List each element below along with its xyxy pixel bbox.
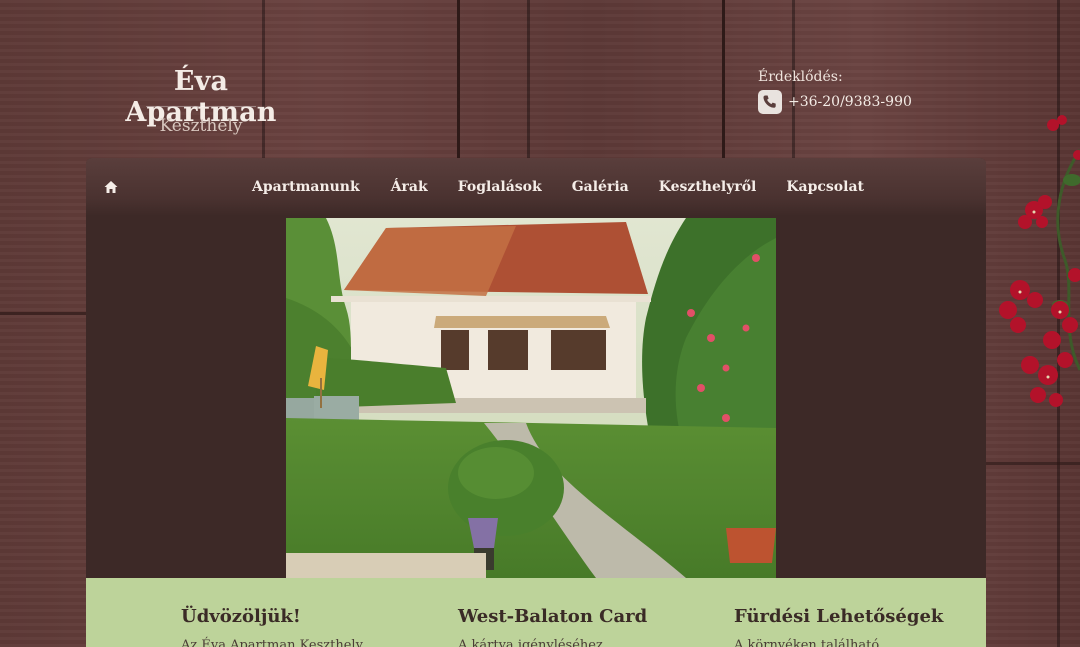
title-divider <box>146 106 256 107</box>
phone-icon <box>758 90 782 114</box>
site-subtitle: Keszthely <box>159 116 243 136</box>
nav-menu: Apartmanunk Árak Foglalások Galéria Kesz… <box>252 179 864 195</box>
main-nav: Apartmanunk Árak Foglalások Galéria Kesz… <box>86 158 986 216</box>
flower-decoration <box>999 115 1080 407</box>
nav-item-keszthelyrol[interactable]: Keszthelyről <box>659 179 757 195</box>
phone-number[interactable]: +36-20/9383-990 <box>788 94 912 110</box>
contact-label: Érdeklődés: <box>758 69 843 85</box>
home-icon[interactable] <box>104 180 118 194</box>
nav-item-foglalasok[interactable]: Foglalások <box>458 179 542 195</box>
nav-item-galeria[interactable]: Galéria <box>572 179 629 195</box>
bathing-text: A környéken található <box>734 638 880 647</box>
nav-item-kapcsolat[interactable]: Kapcsolat <box>786 179 864 195</box>
main-panel: Apartmanunk Árak Foglalások Galéria Kesz… <box>86 158 986 578</box>
phone-contact[interactable]: +36-20/9383-990 <box>758 90 912 114</box>
wood-plank-seam <box>722 0 725 160</box>
wood-plank-seam <box>0 312 86 315</box>
wood-plank-seam <box>457 0 460 160</box>
wood-plank-seam <box>986 462 1080 465</box>
welcome-heading: Üdvözöljük! <box>181 606 301 627</box>
bathing-heading: Fürdési Lehetőségek <box>734 606 944 627</box>
nav-item-apartmanunk[interactable]: Apartmanunk <box>252 179 360 195</box>
card-text: A kártya igényléséhez <box>458 638 603 647</box>
nav-item-arak[interactable]: Árak <box>391 179 428 195</box>
welcome-text: Az Éva Apartman Keszthely <box>181 638 363 647</box>
apartment-photo <box>286 218 776 578</box>
card-heading: West-Balaton Card <box>458 606 648 627</box>
welcome-section: Üdvözöljük! Az Éva Apartman Keszthely We… <box>86 578 986 647</box>
